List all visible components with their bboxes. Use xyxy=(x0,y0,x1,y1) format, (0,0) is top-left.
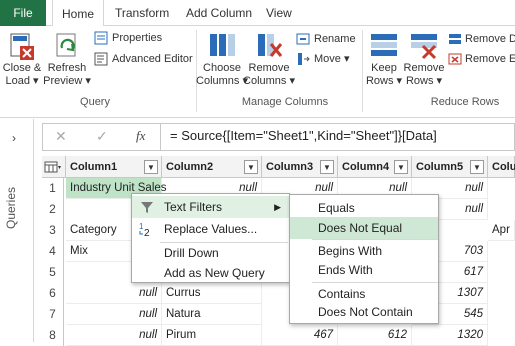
context-menu: Text Filters ▶ 1 2 Replace Values... Dri… xyxy=(131,193,290,283)
remove-columns-icon xyxy=(258,34,283,57)
choose-columns-button[interactable]: Choose Columns ▾ xyxy=(196,30,248,88)
move-button[interactable]: Move ▾ xyxy=(296,52,349,66)
row-number: 8 xyxy=(42,325,64,346)
table-cell[interactable]: 467 xyxy=(262,325,338,346)
refresh-preview-button[interactable]: Refresh Preview ▾ xyxy=(43,30,91,88)
menu-item-ends-with[interactable]: Ends With xyxy=(290,259,438,281)
menu-item-drill-down[interactable]: Drill Down xyxy=(132,242,289,264)
tab-transform[interactable]: Transform xyxy=(115,0,169,26)
menu-item-add-as-new-query[interactable]: Add as New Query xyxy=(132,262,289,284)
remove-columns-button[interactable]: Remove Columns ▾ xyxy=(243,30,295,88)
menu-item-text-filters[interactable]: Text Filters ▶ xyxy=(132,196,289,218)
refresh-icon xyxy=(56,33,76,57)
queries-pane[interactable]: › Queries xyxy=(0,119,34,342)
svg-text:2: 2 xyxy=(144,228,150,237)
queries-label: Queries xyxy=(4,186,18,229)
filter-dropdown-icon[interactable]: ▼ xyxy=(244,160,258,174)
filter-dropdown-icon[interactable]: ▼ xyxy=(470,160,484,174)
remove-errors-button[interactable]: Remove E xyxy=(448,52,515,66)
text-filters-submenu: Equals Does Not Equal Begins With Ends W… xyxy=(289,194,439,324)
fx-icon[interactable]: fx xyxy=(136,128,145,144)
row-number: 1 xyxy=(42,178,64,199)
properties-icon xyxy=(94,31,108,45)
keep-rows-button[interactable]: Keep Rows ▾ xyxy=(366,30,402,88)
table-cell[interactable]: Currus xyxy=(162,283,262,304)
properties-button[interactable]: Properties xyxy=(94,31,162,45)
remove-duplicates-icon xyxy=(449,34,461,44)
rename-icon xyxy=(296,33,310,45)
tab-file[interactable]: File xyxy=(0,0,46,26)
filter-dropdown-icon[interactable]: ▼ xyxy=(320,160,334,174)
row-number: 5 xyxy=(42,262,64,283)
table-cell[interactable]: null xyxy=(66,283,162,304)
table-cell[interactable]: null xyxy=(66,304,162,325)
group-label-reduce-rows: Reduce Rows xyxy=(430,96,500,108)
cancel-icon[interactable]: ✕ xyxy=(55,128,67,145)
row-number: 7 xyxy=(42,304,64,325)
ribbon-tab-bar: File Home Transform Add Column View xyxy=(0,0,515,27)
column-header[interactable]: Column2 ▼ xyxy=(162,156,262,178)
commit-icon[interactable]: ✓ xyxy=(96,128,108,145)
move-icon xyxy=(298,53,310,65)
filter-icon xyxy=(141,202,153,213)
row-number: 4 xyxy=(42,241,64,262)
keep-rows-icon xyxy=(371,34,397,56)
formula-divider xyxy=(160,124,161,150)
table-icon xyxy=(44,161,61,172)
table-cell[interactable]: null xyxy=(66,325,162,346)
rename-button[interactable]: Rename xyxy=(296,32,356,46)
expand-chevron-icon[interactable]: › xyxy=(12,131,16,145)
menu-item-equals[interactable]: Equals xyxy=(290,197,438,219)
remove-rows-button[interactable]: Remove Rows ▾ xyxy=(404,30,444,88)
formula-input[interactable]: = Source{[Item="Sheet1",Kind="Sheet"]}[D… xyxy=(170,128,437,143)
menu-item-replace-values[interactable]: 1 2 Replace Values... xyxy=(132,218,289,240)
remove-duplicates-button[interactable]: Remove D xyxy=(448,32,515,46)
row-number: 2 xyxy=(42,199,64,220)
tab-add-column[interactable]: Add Column xyxy=(186,0,252,26)
column-header[interactable]: Column1 ▼ xyxy=(66,156,162,178)
table-cell[interactable]: 1320 xyxy=(412,325,488,346)
tab-view[interactable]: View xyxy=(266,0,292,26)
filter-dropdown-icon[interactable]: ▼ xyxy=(144,160,158,174)
table-cell[interactable]: Natura xyxy=(162,304,262,325)
menu-item-does-not-contain[interactable]: Does Not Contain xyxy=(290,301,438,323)
table-cell[interactable]: Apr xyxy=(488,220,515,241)
group-label-manage-columns: Manage Columns xyxy=(241,96,329,108)
close-load-button[interactable]: Close & Load ▾ xyxy=(2,30,42,88)
advanced-editor-button[interactable]: Advanced Editor xyxy=(94,52,193,66)
column-header[interactable]: Column4 ▼ xyxy=(338,156,412,178)
ribbon-separator xyxy=(362,30,363,112)
tab-home[interactable]: Home xyxy=(52,0,104,27)
close-load-icon xyxy=(10,33,34,60)
choose-columns-icon xyxy=(210,34,235,56)
submenu-arrow-icon: ▶ xyxy=(274,201,281,212)
column-header[interactable]: Column3 ▼ xyxy=(262,156,338,178)
remove-errors-icon xyxy=(448,53,462,65)
table-cell[interactable]: Pirum xyxy=(162,325,262,346)
row-number: 6 xyxy=(42,283,64,304)
table-menu-button[interactable] xyxy=(42,156,66,178)
remove-rows-icon xyxy=(411,34,437,60)
column-header[interactable]: Colum xyxy=(488,156,515,178)
replace-values-icon: 1 2 xyxy=(139,222,150,237)
row-number: 3 xyxy=(42,220,64,241)
advanced-editor-icon xyxy=(94,52,108,66)
table-cell[interactable]: 612 xyxy=(338,325,412,346)
column-header[interactable]: Column5 ▼ xyxy=(412,156,488,178)
ribbon-separator xyxy=(196,30,197,112)
group-label-query: Query xyxy=(80,96,110,108)
filter-dropdown-icon[interactable]: ▼ xyxy=(394,160,408,174)
menu-item-does-not-equal[interactable]: Does Not Equal xyxy=(290,217,438,239)
